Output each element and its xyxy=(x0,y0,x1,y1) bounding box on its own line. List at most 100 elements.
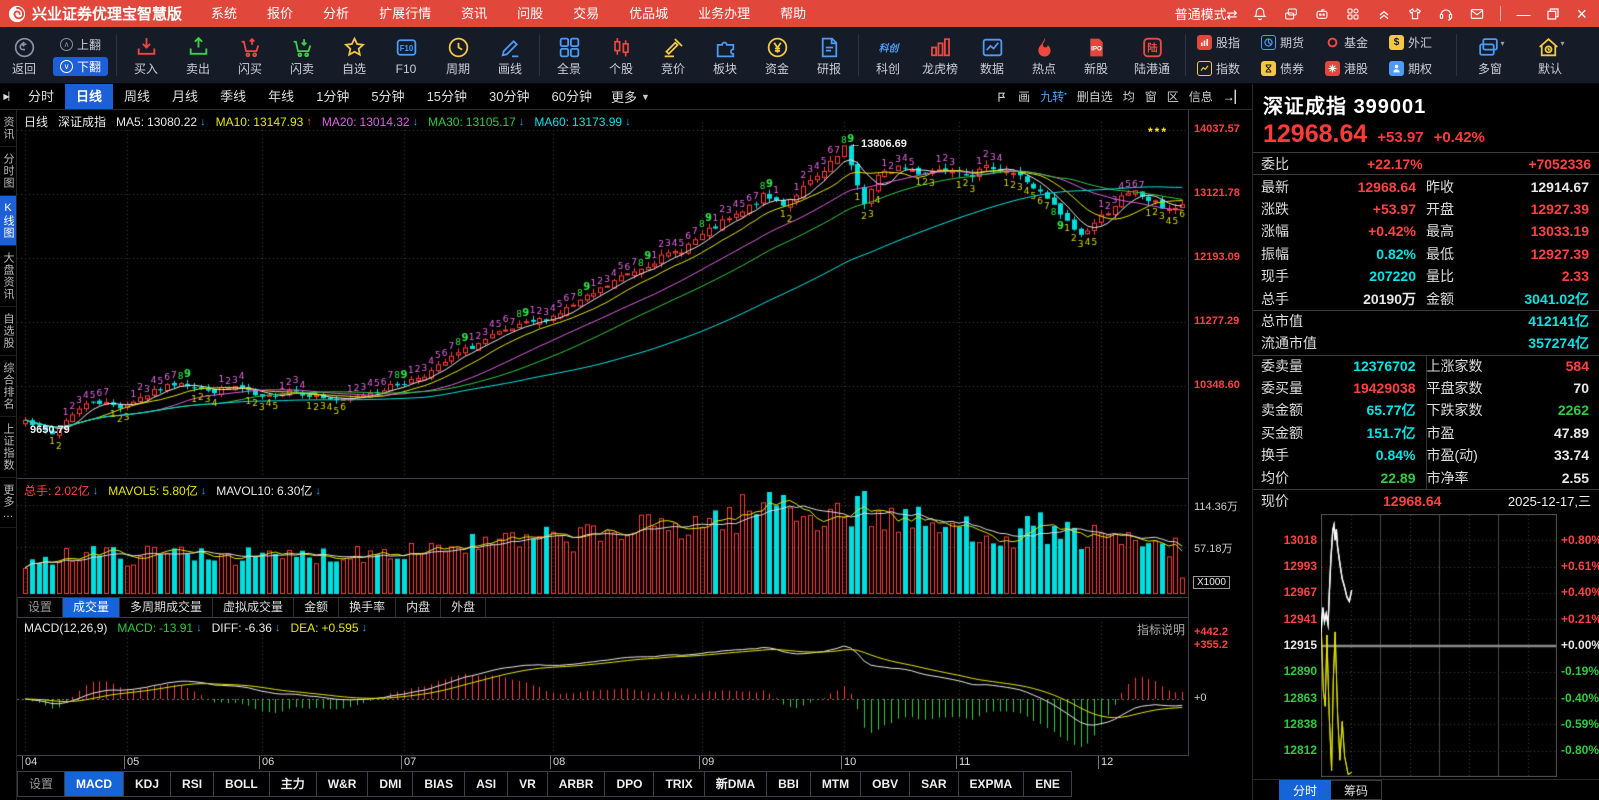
assistant-robot-icon[interactable] xyxy=(1314,6,1330,22)
vol-tab-amount[interactable]: 金额 xyxy=(294,598,339,617)
draw-line-button[interactable]: 画线 xyxy=(484,29,536,81)
menu-extended-market[interactable]: 扩展行情 xyxy=(364,0,446,27)
menu-system[interactable]: 系统 xyxy=(196,0,252,27)
ind-tab-dpo[interactable]: DPO xyxy=(605,771,654,797)
ind-tab-settings[interactable]: 设置 xyxy=(17,771,65,797)
mini-index[interactable]: 指数 xyxy=(1193,55,1257,81)
tab-weekly[interactable]: 周线 xyxy=(113,84,161,109)
tab-monthly[interactable]: 月线 xyxy=(161,84,209,109)
ind-tab-ene[interactable]: ENE xyxy=(1024,771,1072,797)
sidebar-item-ranking[interactable]: 综合排名 xyxy=(0,356,16,417)
sidebar-item-news[interactable]: 资讯 xyxy=(0,110,16,147)
indicator-help-link[interactable]: 指标说明 xyxy=(1137,621,1185,638)
flash-sell-button[interactable]: 闪卖 xyxy=(276,29,328,81)
ind-tab-boll[interactable]: BOLL xyxy=(214,771,270,797)
data-button[interactable]: 数据 xyxy=(966,29,1018,81)
ind-tab-wr[interactable]: W&R xyxy=(317,771,369,797)
vol-tab-multi-period[interactable]: 多周期成交量 xyxy=(120,598,213,617)
sidebar-item-kline-chart[interactable]: K线图 xyxy=(0,196,16,246)
menu-ask-stock[interactable]: 问股 xyxy=(502,0,558,27)
mini-stock-index[interactable]: 股指 xyxy=(1193,29,1257,55)
tab-15min[interactable]: 15分钟 xyxy=(416,84,478,109)
close-button[interactable]: × xyxy=(1576,7,1587,21)
minimize-button[interactable]: — xyxy=(1516,7,1530,21)
auction-button[interactable]: 竞价 xyxy=(647,29,699,81)
tool-zone[interactable]: 区 xyxy=(1167,88,1179,105)
watchlist-button[interactable]: 自选 xyxy=(328,29,380,81)
period-more-button[interactable]: 更多▼ xyxy=(603,87,658,106)
vol-tab-volume[interactable]: 成交量 xyxy=(63,598,120,617)
menu-trade[interactable]: 交易 xyxy=(558,0,614,27)
tab-yearly[interactable]: 年线 xyxy=(257,84,305,109)
f10-button[interactable]: F10F10 xyxy=(380,29,432,81)
apps-grid-icon[interactable] xyxy=(1345,6,1361,22)
ipo-button[interactable]: IPO新股 xyxy=(1070,29,1122,81)
theme-skin-icon[interactable] xyxy=(1407,6,1423,22)
ind-tab-macd[interactable]: MACD xyxy=(65,771,124,797)
message-mail-icon[interactable] xyxy=(1469,6,1485,22)
restore-button[interactable] xyxy=(1545,6,1561,22)
ind-tab-rsi[interactable]: RSI xyxy=(171,771,214,797)
window-switch-icon[interactable] xyxy=(1283,6,1299,22)
notification-bell-icon[interactable] xyxy=(1252,6,1268,22)
tab-intraday[interactable]: 分时 xyxy=(17,84,65,109)
lu-gang-tong-button[interactable]: 陆陆港通 xyxy=(1122,29,1182,81)
sidebar-item-intraday-chart[interactable]: 分时图 xyxy=(0,147,16,196)
ind-tab-kdj[interactable]: KDJ xyxy=(124,771,171,797)
mini-intraday-canvas[interactable] xyxy=(1321,514,1557,777)
tab-minute[interactable]: 分时 xyxy=(1279,780,1331,800)
hotspot-button[interactable]: 热点 xyxy=(1018,29,1070,81)
sector-button[interactable]: 板块 xyxy=(699,29,751,81)
tab-daily[interactable]: 日线 xyxy=(65,84,113,109)
mini-bond[interactable]: 债券 xyxy=(1257,55,1321,81)
mini-hk-stock[interactable]: 港股 xyxy=(1321,55,1385,81)
tab-quarterly[interactable]: 季线 xyxy=(209,84,257,109)
vol-tab-turnover[interactable]: 换手率 xyxy=(339,598,396,617)
mini-fund[interactable]: 基金 xyxy=(1321,29,1385,55)
ind-tab-main-force[interactable]: 主力 xyxy=(270,771,317,797)
ind-tab-newdma[interactable]: 新DMA xyxy=(705,771,767,797)
ind-tab-asi[interactable]: ASI xyxy=(465,771,508,797)
ind-tab-trix[interactable]: TRIX xyxy=(654,771,704,797)
ind-tab-dmi[interactable]: DMI xyxy=(368,771,413,797)
vol-tab-inner[interactable]: 内盘 xyxy=(396,598,441,617)
funds-button[interactable]: 资金 xyxy=(751,29,803,81)
period-button[interactable]: 周期 xyxy=(432,29,484,81)
flag-mark-icon[interactable] xyxy=(996,91,1008,103)
ind-tab-bbi[interactable]: BBI xyxy=(767,771,811,797)
tool-info[interactable]: 信息 xyxy=(1189,88,1213,105)
sidebar-item-watchlist[interactable]: 自选股 xyxy=(0,307,16,356)
vol-tab-outer[interactable]: 外盘 xyxy=(441,598,486,617)
page-up-button[interactable]: ∧上翻 xyxy=(53,35,108,54)
star-market-button[interactable]: 科创科创 xyxy=(862,29,914,81)
flash-buy-button[interactable]: 闪买 xyxy=(224,29,276,81)
mini-options[interactable]: 期权 xyxy=(1385,55,1449,81)
customer-service-icon[interactable] xyxy=(1438,6,1454,22)
dragon-tiger-button[interactable]: 龙虎榜 xyxy=(914,29,966,81)
menu-news[interactable]: 资讯 xyxy=(446,0,502,27)
tool-del-watchlist[interactable]: 删自选 xyxy=(1077,88,1113,105)
vol-tab-virtual[interactable]: 虚拟成交量 xyxy=(213,598,294,617)
collapse-toolbar-icon[interactable] xyxy=(1376,6,1392,22)
tab-30min[interactable]: 30分钟 xyxy=(478,84,540,109)
menu-help[interactable]: 帮助 xyxy=(765,0,821,27)
ind-tab-bias[interactable]: BIAS xyxy=(413,771,465,797)
tab-chips[interactable]: 筹码 xyxy=(1331,780,1382,800)
menu-quotes[interactable]: 报价 xyxy=(252,0,308,27)
ind-tab-obv[interactable]: OBV xyxy=(861,771,910,797)
tab-1min[interactable]: 1分钟 xyxy=(305,84,360,109)
kline-chart-canvas[interactable] xyxy=(17,110,1188,756)
collapse-panel-icon[interactable]: →▏ xyxy=(1223,90,1244,104)
sidebar-item-more[interactable]: 更多… xyxy=(0,478,16,528)
menu-business[interactable]: 业务办理 xyxy=(683,0,765,27)
mini-forex[interactable]: $外汇 xyxy=(1385,29,1449,55)
ind-tab-expma[interactable]: EXPMA xyxy=(959,771,1025,797)
vol-tab-settings[interactable]: 设置 xyxy=(17,598,63,617)
tab-60min[interactable]: 60分钟 xyxy=(541,84,603,109)
tool-draw[interactable]: 画 xyxy=(1018,88,1030,105)
stock-button[interactable]: 个股 xyxy=(595,29,647,81)
sidebar-item-sse-index[interactable]: 上证指数 xyxy=(0,417,16,478)
tool-avg[interactable]: 均 xyxy=(1123,88,1135,105)
research-report-button[interactable]: 研报 xyxy=(803,29,855,81)
ind-tab-vr[interactable]: VR xyxy=(508,771,548,797)
